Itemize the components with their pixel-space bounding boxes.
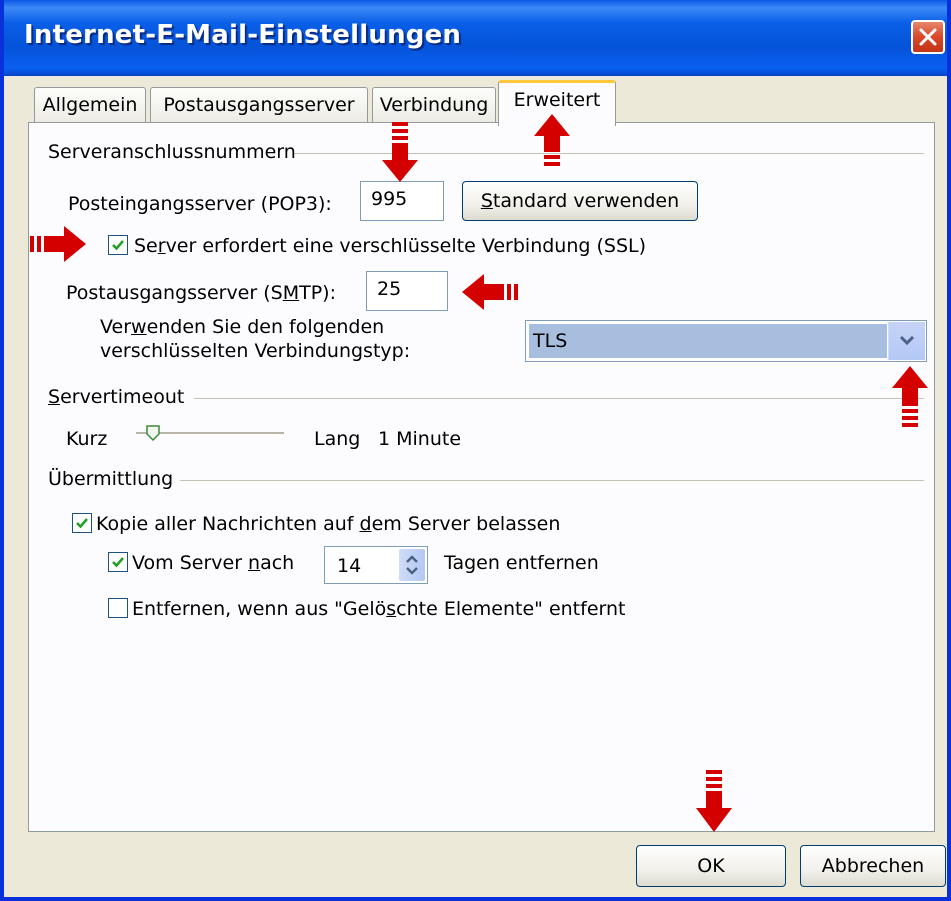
- keep-copy-label[interactable]: Kopie aller Nachrichten auf dem Server b…: [96, 513, 560, 535]
- annotation-arrow-right-icon: [30, 226, 86, 262]
- annotation-arrow-up-icon: [892, 366, 928, 427]
- tab-postausgangsserver[interactable]: Postausgangsserver: [150, 87, 368, 123]
- incoming-port-input[interactable]: 995: [360, 181, 444, 221]
- annotation-arrow-down-icon: [696, 770, 732, 832]
- remove-deleted-checkbox[interactable]: [108, 598, 128, 618]
- group-label-delivery: Übermittlung: [48, 468, 174, 490]
- ok-button[interactable]: OK: [636, 845, 786, 887]
- days-suffix-label: Tagen entfernen: [444, 552, 599, 574]
- timeout-short-label: Kurz: [66, 428, 108, 450]
- days-value: 14: [337, 555, 362, 577]
- dropdown-button[interactable]: [888, 322, 925, 360]
- remove-deleted-label[interactable]: Entfernen, wenn aus "Gelöschte Elemente"…: [132, 598, 625, 620]
- checkmark-icon: [76, 518, 88, 529]
- annotation-arrow-left-icon: [462, 274, 518, 310]
- timeout-value: 1 Minute: [378, 428, 462, 450]
- encryption-type-label-line1: Verwenden Sie den folgenden: [100, 316, 385, 338]
- checkmark-icon: [112, 557, 124, 568]
- group-label-server-ports: Serveranschlussnummern: [48, 141, 296, 163]
- group-label-server-timeout: Servertimeout: [48, 386, 185, 408]
- incoming-server-label: Posteingangsserver (POP3):: [68, 193, 332, 215]
- remove-after-checkbox[interactable]: [108, 552, 128, 572]
- checkmark-icon: [112, 240, 124, 251]
- use-default-button[interactable]: Standard verwenden: [462, 181, 698, 221]
- group-divider: [194, 398, 924, 399]
- title-bar[interactable]: Internet-E-Mail-Einstellungen: [4, 0, 947, 76]
- annotation-arrow-down-icon: [382, 122, 418, 182]
- ssl-checkbox[interactable]: [108, 235, 128, 255]
- timeout-slider-thumb[interactable]: [146, 425, 160, 445]
- close-icon: [919, 28, 937, 46]
- outgoing-server-label: Postausgangsserver (SMTP):: [66, 282, 336, 304]
- up-down-arrow-icon: [406, 555, 418, 575]
- encryption-type-value: TLS: [529, 324, 887, 358]
- spinner-buttons[interactable]: [399, 549, 425, 581]
- outgoing-port-input[interactable]: 25: [366, 271, 448, 311]
- window-title: Internet-E-Mail-Einstellungen: [24, 20, 462, 50]
- dialog-window: Internet-E-Mail-Einstellungen Allgemein …: [0, 0, 951, 901]
- group-divider: [180, 480, 924, 481]
- cancel-button[interactable]: Abbrechen: [800, 845, 946, 887]
- tab-allgemein[interactable]: Allgemein: [34, 87, 146, 123]
- encryption-type-select[interactable]: TLS: [525, 320, 927, 362]
- encryption-type-label-line2: verschlüsselten Verbindungstyp:: [100, 340, 411, 362]
- remove-after-label[interactable]: Vom Server nach: [132, 552, 294, 574]
- tab-verbindung[interactable]: Verbindung: [372, 87, 496, 123]
- close-button[interactable]: [911, 20, 945, 54]
- ssl-checkbox-label[interactable]: Server erfordert eine verschlüsselte Ver…: [134, 235, 646, 257]
- keep-copy-checkbox[interactable]: [72, 513, 92, 533]
- timeout-long-label: Lang: [314, 428, 361, 450]
- days-spinner[interactable]: 14: [324, 546, 428, 584]
- annotation-arrow-up-icon: [534, 114, 570, 166]
- chevron-down-icon: [899, 335, 915, 346]
